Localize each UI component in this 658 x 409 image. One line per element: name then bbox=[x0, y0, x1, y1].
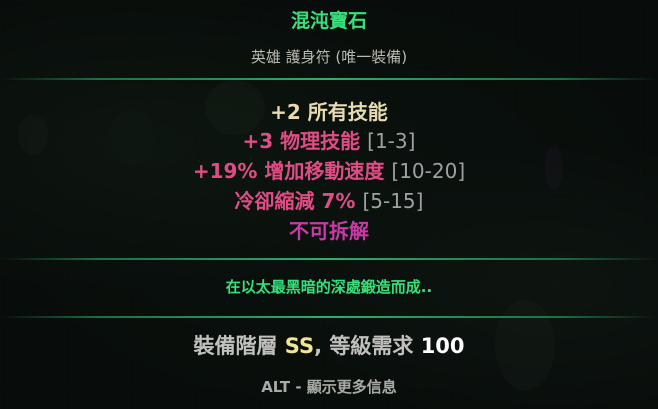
stat-text: +2 所有技能 bbox=[270, 100, 388, 124]
stat-text: 不可拆解 bbox=[289, 219, 369, 243]
level-value: 100 bbox=[420, 334, 465, 358]
stat-line: +3 物理技能 [1-3] bbox=[0, 125, 658, 154]
stat-text: +3 物理技能 bbox=[242, 129, 361, 153]
flavor-text: 在以太最黑暗的深處鍛造而成.. bbox=[225, 278, 433, 296]
stat-value: 7% bbox=[321, 189, 356, 213]
item-name: 混沌寶石 bbox=[290, 10, 367, 32]
stat-range: [5-15] bbox=[362, 189, 424, 213]
level-label: 等級需求 bbox=[329, 334, 414, 358]
alt-hint: ALT - 顯示更多信息 bbox=[261, 378, 397, 396]
stat-range: [10-20] bbox=[391, 159, 466, 183]
tier-label: 裝備階層 bbox=[193, 334, 278, 358]
tier-level-line: 裝備階層 SS, 等級需求 100 bbox=[0, 330, 658, 360]
separator: , bbox=[314, 334, 323, 358]
stat-line: 冷卻縮減 7% [5-15] bbox=[0, 185, 658, 214]
stat-range: [1-3] bbox=[367, 129, 416, 153]
divider bbox=[0, 258, 658, 260]
stat-line: +19% 增加移動速度 [10-20] bbox=[0, 155, 658, 184]
stat-text: +19% 增加移動速度 bbox=[192, 159, 385, 183]
divider bbox=[0, 316, 658, 318]
tier-value: SS bbox=[284, 334, 315, 358]
stat-line: +2 所有技能 bbox=[0, 96, 658, 125]
divider bbox=[0, 78, 658, 80]
item-type: 英雄 護身符 (唯一裝備) bbox=[250, 48, 408, 66]
stat-line: 不可拆解 bbox=[0, 215, 658, 244]
item-tooltip: 混沌寶石 英雄 護身符 (唯一裝備) +2 所有技能 +3 物理技能 [1-3]… bbox=[0, 0, 658, 409]
stat-label: 冷卻縮減 bbox=[234, 189, 315, 213]
